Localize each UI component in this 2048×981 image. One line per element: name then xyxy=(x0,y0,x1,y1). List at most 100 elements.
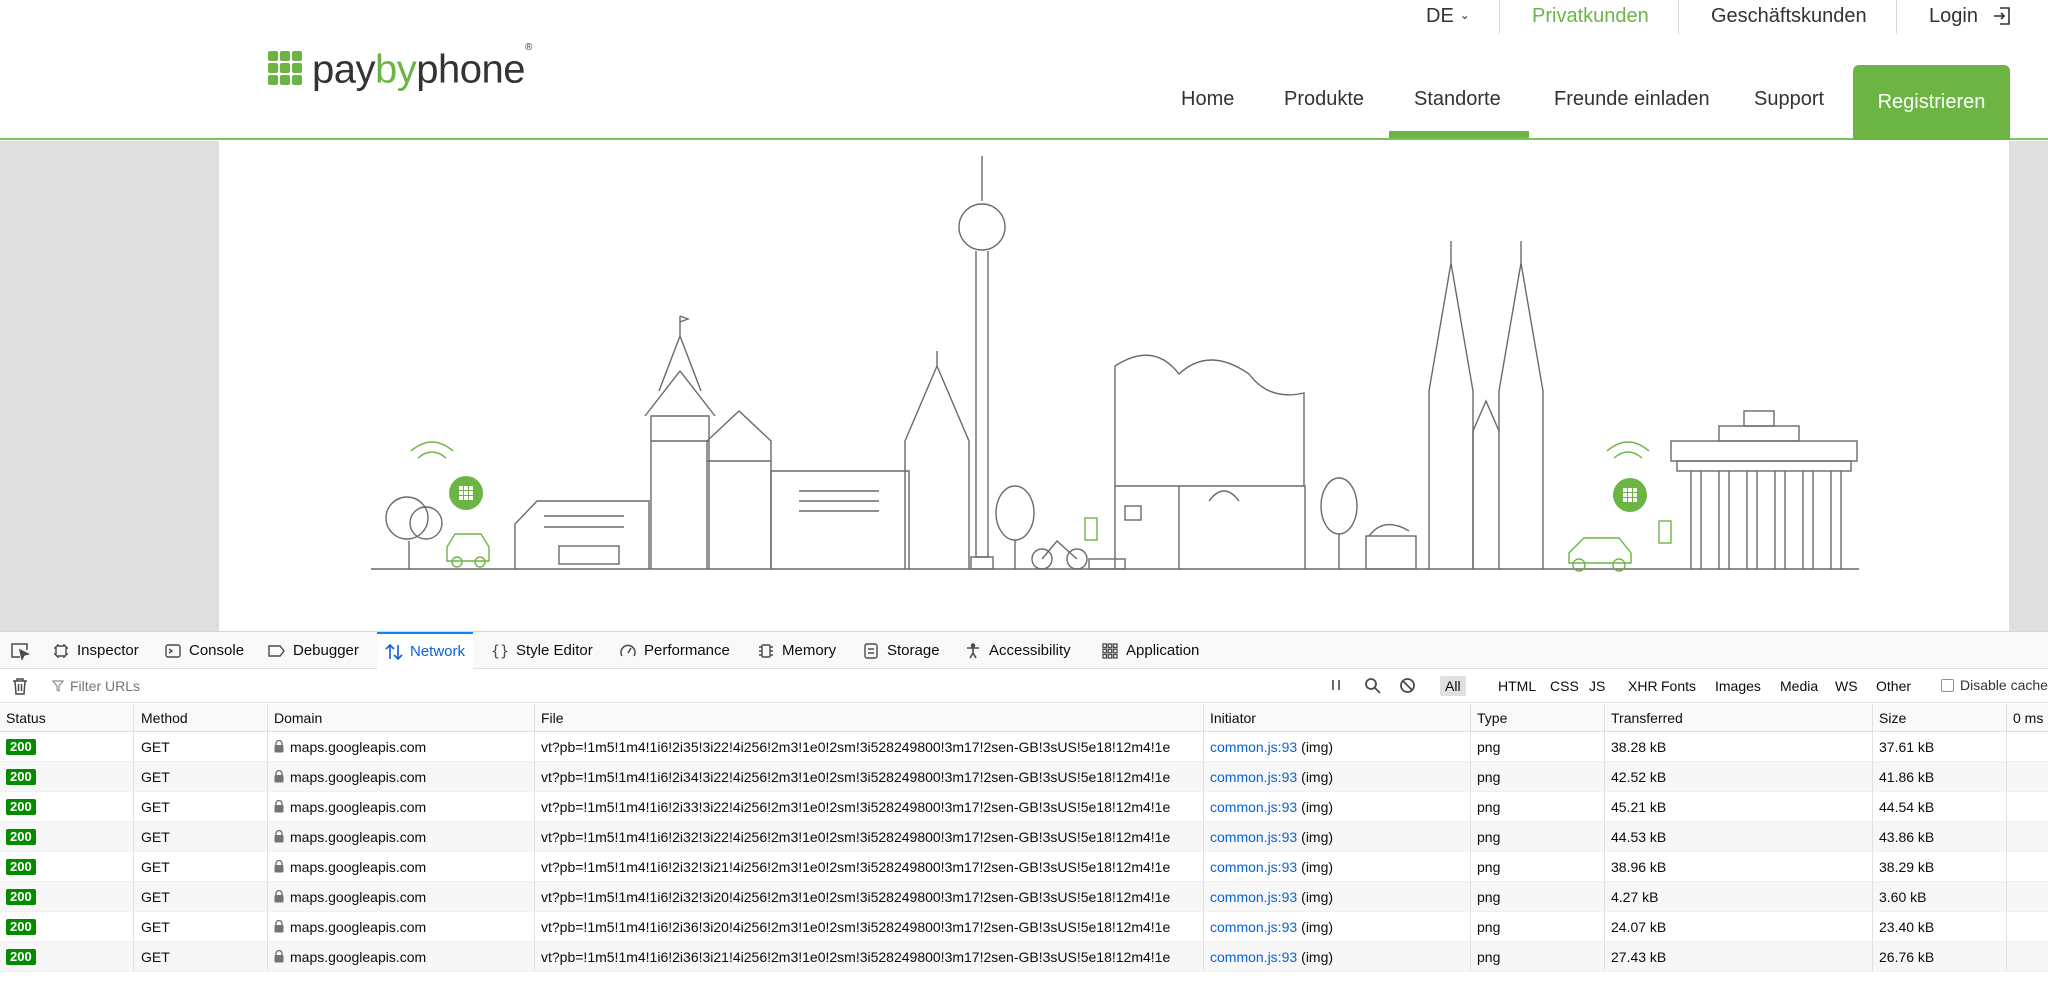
lock-icon xyxy=(274,950,284,963)
tab-console[interactable]: Console xyxy=(164,632,244,669)
tab-style-editor[interactable]: {} Style Editor xyxy=(491,632,593,669)
initiator-link[interactable]: common.js:93 xyxy=(1210,919,1297,935)
initiator-type: (img) xyxy=(1301,858,1334,875)
col-initiator[interactable]: Initiator xyxy=(1204,704,1471,731)
tab-inspector[interactable]: Inspector xyxy=(52,632,139,669)
col-waterfall[interactable]: 0 ms xyxy=(2007,704,2048,731)
domain-text: maps.googleapis.com xyxy=(290,738,427,755)
type-cell: png xyxy=(1471,792,1605,821)
login-link[interactable]: Login xyxy=(1929,5,2012,27)
initiator-link[interactable]: common.js:93 xyxy=(1210,889,1297,905)
table-row[interactable]: 200 GET maps.googleapis.com vt?pb=!1m5!1m4!… xyxy=(0,852,2048,882)
language-selector[interactable]: DE ⌄ xyxy=(1426,5,1470,29)
filter-html[interactable]: HTML xyxy=(1493,676,1541,696)
login-icon xyxy=(1993,7,2010,25)
initiator-link[interactable]: common.js:93 xyxy=(1210,769,1297,785)
initiator-link[interactable]: common.js:93 xyxy=(1210,949,1297,965)
initiator-cell: common.js:93 (img) xyxy=(1204,852,1471,881)
domain-text: maps.googleapis.com xyxy=(290,918,427,935)
filter-ws[interactable]: WS xyxy=(1830,676,1863,696)
table-row[interactable]: 200 GET maps.googleapis.com vt?pb=!1m5!1m4!… xyxy=(0,792,2048,822)
type-cell: png xyxy=(1471,732,1605,761)
col-status[interactable]: Status xyxy=(0,704,134,731)
table-row[interactable]: 200 GET maps.googleapis.com vt?pb=!1m5!1m4!… xyxy=(0,882,2048,912)
filter-media[interactable]: Media xyxy=(1775,676,1823,696)
col-domain[interactable]: Domain xyxy=(268,704,535,731)
table-row[interactable]: 200 GET maps.googleapis.com vt?pb=!1m5!1m4!… xyxy=(0,732,2048,762)
language-label: DE xyxy=(1426,5,1454,27)
tab-performance[interactable]: Performance xyxy=(619,632,730,669)
tab-accessibility[interactable]: Accessibility xyxy=(964,632,1071,669)
method-cell: GET xyxy=(134,852,268,881)
initiator-link[interactable]: common.js:93 xyxy=(1210,799,1297,815)
initiator-type: (img) xyxy=(1301,798,1334,815)
nav-support[interactable]: Support xyxy=(1754,88,1824,111)
filter-images[interactable]: Images xyxy=(1710,676,1766,696)
filter-css[interactable]: CSS xyxy=(1545,676,1584,696)
filter-fonts[interactable]: Fonts xyxy=(1656,676,1701,696)
status-cell: 200 xyxy=(0,762,134,791)
block-icon[interactable] xyxy=(1399,677,1416,694)
disable-cache-checkbox[interactable]: Disable cache xyxy=(1941,677,2048,693)
search-icon[interactable] xyxy=(1364,677,1381,694)
size-cell: 37.61 kB xyxy=(1873,732,2007,761)
register-button[interactable]: Registrieren xyxy=(1853,65,2010,140)
nav-standorte[interactable]: Standorte xyxy=(1414,88,1501,111)
tab-debugger[interactable]: Debugger xyxy=(268,632,359,669)
tab-application[interactable]: Application xyxy=(1101,632,1199,669)
status-cell: 200 xyxy=(0,792,134,821)
col-size[interactable]: Size xyxy=(1873,704,2007,731)
initiator-type: (img) xyxy=(1301,948,1334,965)
geschaeftskunden-link[interactable]: Geschäftskunden xyxy=(1711,5,1867,27)
col-file[interactable]: File xyxy=(535,704,1204,731)
nav-produkte[interactable]: Produkte xyxy=(1284,88,1364,111)
domain-cell: maps.googleapis.com xyxy=(268,942,535,971)
initiator-link[interactable]: common.js:93 xyxy=(1210,829,1297,845)
lock-icon xyxy=(274,770,284,783)
status-badge: 200 xyxy=(6,738,36,755)
lock-icon xyxy=(274,830,284,843)
domain-cell: maps.googleapis.com xyxy=(268,882,535,911)
status-badge: 200 xyxy=(6,858,36,875)
initiator-link[interactable]: common.js:93 xyxy=(1210,859,1297,875)
login-label: Login xyxy=(1929,5,1978,27)
pause-icon[interactable] xyxy=(1330,677,1342,693)
filter-other[interactable]: Other xyxy=(1871,676,1916,696)
network-filter-bar: All HTML CSS JS XHR Fonts Images Media W… xyxy=(0,669,2048,703)
filter-js[interactable]: JS xyxy=(1584,676,1610,696)
status-badge: 200 xyxy=(6,798,36,815)
tab-network[interactable]: Network xyxy=(377,632,474,669)
type-cell: png xyxy=(1471,762,1605,791)
domain-text: maps.googleapis.com xyxy=(290,948,427,965)
table-row[interactable]: 200 GET maps.googleapis.com vt?pb=!1m5!1m4!… xyxy=(0,762,2048,792)
nav-home[interactable]: Home xyxy=(1181,88,1234,111)
table-row[interactable]: 200 GET maps.googleapis.com vt?pb=!1m5!1m4!… xyxy=(0,822,2048,852)
filter-urls-input[interactable] xyxy=(52,669,1314,703)
size-cell: 43.86 kB xyxy=(1873,822,2007,851)
nav-freunde-einladen[interactable]: Freunde einladen xyxy=(1554,88,1710,111)
transferred-cell: 45.21 kB xyxy=(1605,792,1873,821)
initiator-type: (img) xyxy=(1301,828,1334,845)
col-transferred[interactable]: Transferred xyxy=(1605,704,1873,731)
element-picker-icon[interactable] xyxy=(10,642,30,660)
trash-icon[interactable] xyxy=(12,677,28,695)
filter-all[interactable]: All xyxy=(1440,676,1466,696)
file-cell: vt?pb=!1m5!1m4!1i6!2i34!3i22!4i256!2m3!1… xyxy=(535,762,1204,791)
storage-icon xyxy=(862,642,880,660)
col-type[interactable]: Type xyxy=(1471,704,1605,731)
initiator-link[interactable]: common.js:93 xyxy=(1210,739,1297,755)
initiator-cell: common.js:93 (img) xyxy=(1204,882,1471,911)
type-cell: png xyxy=(1471,942,1605,971)
privatkunden-link[interactable]: Privatkunden xyxy=(1532,5,1649,27)
type-cell: png xyxy=(1471,882,1605,911)
table-row[interactable]: 200 GET maps.googleapis.com vt?pb=!1m5!1m4!… xyxy=(0,942,2048,972)
tab-memory[interactable]: Memory xyxy=(757,632,836,669)
tab-storage[interactable]: Storage xyxy=(862,632,940,669)
paybyphone-logo[interactable]: paybyphone® xyxy=(268,42,532,90)
initiator-cell: common.js:93 (img) xyxy=(1204,792,1471,821)
table-row[interactable]: 200 GET maps.googleapis.com vt?pb=!1m5!1m4!… xyxy=(0,912,2048,942)
col-method[interactable]: Method xyxy=(134,704,268,731)
size-cell: 44.54 kB xyxy=(1873,792,2007,821)
domain-text: maps.googleapis.com xyxy=(290,798,427,815)
file-cell: vt?pb=!1m5!1m4!1i6!2i32!3i20!4i256!2m3!1… xyxy=(535,882,1204,911)
